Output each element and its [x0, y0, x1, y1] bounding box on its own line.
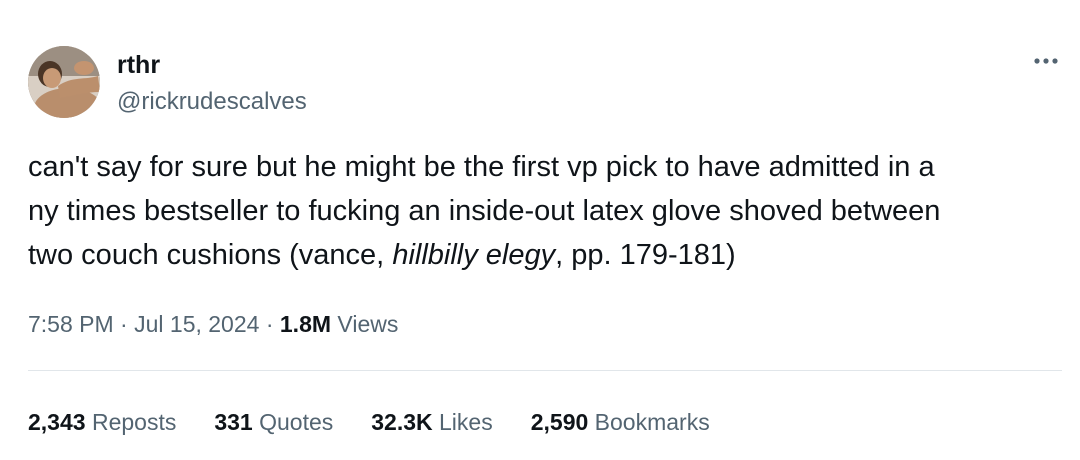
separator: ·: [120, 311, 128, 337]
bookmarks-count: 2,590: [530, 409, 589, 435]
tweet-text-line: ny times bestseller to fucking an inside…: [28, 195, 941, 227]
more-horizontal-icon: [1034, 58, 1058, 64]
avatar-photo: [28, 46, 100, 118]
quotes-stat[interactable]: 331 Quotes: [214, 404, 333, 440]
tweet-date[interactable]: Jul 15, 2024: [134, 311, 259, 337]
divider: [28, 370, 1062, 371]
views-count: 1.8M: [279, 311, 332, 337]
likes-label: Likes: [439, 409, 493, 435]
tweet-text-segment: two couch cushions (vance,: [28, 239, 393, 271]
quotes-label: Quotes: [259, 409, 334, 435]
tweet-metadata: 7:58 PM · Jul 15, 2024 · 1.8M Views: [28, 306, 398, 342]
tweet-card: rthr @rickrudescalves can't say for sure…: [0, 0, 1080, 460]
tweet-text: can't say for sure but he might be the f…: [28, 145, 1058, 277]
engagement-stats: 2,343 Reposts 331 Quotes 32.3K Likes 2,5…: [28, 404, 710, 440]
reposts-count: 2,343: [28, 409, 86, 435]
tweet-text-line: can't say for sure but he might be the f…: [28, 151, 935, 183]
reposts-label: Reposts: [91, 409, 177, 435]
user-handle[interactable]: @rickrudescalves: [117, 86, 307, 118]
tweet-text-line: two couch cushions (vance, hillbilly ele…: [28, 233, 1058, 277]
book-title: hillbilly elegy: [392, 239, 556, 271]
tweet-time[interactable]: 7:58 PM: [28, 311, 114, 337]
more-options-button[interactable]: [1024, 46, 1068, 76]
avatar[interactable]: [28, 46, 100, 118]
likes-count: 32.3K: [371, 409, 433, 435]
bookmarks-label: Bookmarks: [594, 409, 710, 435]
display-name[interactable]: rthr: [117, 49, 160, 81]
tweet-text-segment: , pp. 179-181): [555, 239, 736, 271]
views-label: Views: [337, 311, 399, 337]
bookmarks-stat[interactable]: 2,590 Bookmarks: [531, 404, 710, 440]
reposts-stat[interactable]: 2,343 Reposts: [28, 404, 176, 440]
quotes-count: 331: [214, 409, 253, 435]
separator: ·: [265, 311, 274, 337]
likes-stat[interactable]: 32.3K Likes: [371, 404, 492, 440]
